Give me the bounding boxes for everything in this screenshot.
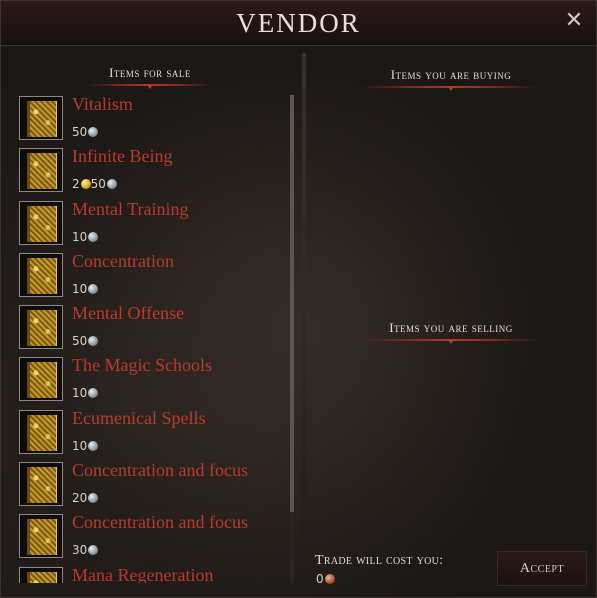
list-item[interactable]: Mental Offense 50 [18, 303, 286, 357]
heading-rule [88, 84, 212, 89]
silver-coin-icon [88, 336, 99, 347]
book-icon [27, 362, 57, 399]
price-amount: 2 [72, 177, 80, 192]
silver-coin-icon [88, 283, 99, 294]
scrollbar[interactable] [290, 95, 294, 583]
gold-coin-icon [80, 179, 91, 190]
close-icon[interactable]: ✕ [562, 9, 586, 33]
item-thumbnail[interactable] [19, 357, 63, 402]
trade-cost-value: 0 [316, 572, 335, 586]
price-amount: 50 [90, 177, 106, 192]
item-name[interactable]: Mental Training [72, 199, 189, 220]
item-price: 2 50 [72, 177, 117, 191]
item-name[interactable]: Vitalism [72, 96, 133, 115]
accept-button[interactable]: Accept [497, 551, 587, 586]
item-name[interactable]: Infinite Being [72, 146, 172, 167]
items-buying-label: Items you are buying [390, 67, 512, 82]
item-thumbnail[interactable] [19, 514, 63, 559]
price-amount: 50 [72, 334, 88, 349]
item-thumbnail[interactable] [19, 305, 63, 350]
panel-divider [302, 53, 306, 593]
price-amount: 50 [72, 125, 88, 139]
book-icon [27, 571, 57, 583]
book-icon [27, 310, 57, 347]
silver-coin-icon [88, 231, 99, 242]
window-title: VENDOR [236, 8, 361, 38]
item-thumbnail[interactable] [19, 148, 63, 193]
item-price: 10 [72, 386, 99, 401]
item-thumbnail[interactable] [19, 462, 63, 507]
list-item[interactable]: Ecumenical Spells 10 [18, 408, 286, 462]
list-item[interactable]: The Magic Schools 10 [18, 355, 286, 409]
copper-coin-icon [324, 574, 335, 584]
item-price: 50 [72, 334, 99, 349]
silver-coin-icon [88, 440, 99, 451]
item-price: 10 [72, 281, 99, 296]
item-name[interactable]: Concentration and focus [72, 512, 248, 533]
price-amount: 10 [72, 386, 88, 401]
item-thumbnail[interactable] [19, 252, 63, 297]
list-item[interactable]: Mental Training 10 [18, 199, 286, 253]
item-thumbnail[interactable] [19, 96, 63, 140]
items-for-sale-list: Vitalism 50 Infinite Being 2 50 Mental Traini… [18, 96, 286, 583]
price-amount: 10 [72, 438, 88, 453]
title-bar: VENDOR ✕ [1, 1, 596, 46]
item-name[interactable]: Concentration [72, 251, 174, 272]
items-selling-label: Items you are selling [389, 320, 513, 335]
item-price: 10 [72, 229, 99, 244]
trade-cost-amount: 0 [316, 572, 324, 586]
item-price: 20 [72, 491, 99, 506]
book-icon [27, 101, 57, 137]
silver-coin-icon [106, 179, 117, 190]
item-name[interactable]: Mana Regeneration [72, 565, 213, 583]
item-thumbnail[interactable] [19, 200, 63, 245]
list-item[interactable]: Concentration and focus 30 [18, 512, 286, 566]
book-icon [27, 153, 57, 190]
item-name[interactable]: Mental Offense [72, 303, 184, 324]
scrollbar-thumb[interactable] [290, 95, 294, 512]
item-price: 10 [72, 438, 99, 453]
price-amount: 30 [72, 543, 88, 558]
book-icon [27, 205, 57, 242]
trade-cost-label: Trade will cost you: [315, 553, 444, 568]
book-icon [27, 414, 57, 451]
item-name[interactable]: Ecumenical Spells [72, 408, 205, 429]
item-thumbnail[interactable] [19, 566, 63, 583]
list-item[interactable]: Mana Regeneration [18, 565, 286, 583]
item-price: 30 [72, 543, 99, 558]
heading-rule [361, 339, 541, 344]
book-icon [27, 519, 57, 556]
price-amount: 10 [72, 281, 88, 296]
book-icon [27, 257, 57, 294]
vendor-window: VENDOR ✕ Items for sale Items you are bu… [0, 0, 597, 598]
book-icon [27, 467, 57, 504]
list-item[interactable]: Concentration and focus 20 [18, 460, 286, 514]
heading-rule [363, 86, 539, 91]
silver-coin-icon [88, 388, 99, 399]
list-item[interactable]: Infinite Being 2 50 [18, 146, 286, 200]
item-name[interactable]: Concentration and focus [72, 460, 248, 481]
items-for-sale-label: Items for sale [109, 65, 191, 80]
items-for-sale-heading: Items for sale [88, 65, 212, 89]
price-amount: 20 [72, 491, 88, 506]
list-item[interactable]: Vitalism 50 [18, 96, 286, 148]
price-amount: 10 [72, 229, 88, 244]
silver-coin-icon [88, 493, 99, 504]
silver-coin-icon [88, 545, 99, 556]
item-thumbnail[interactable] [19, 409, 63, 454]
item-name[interactable]: The Magic Schools [72, 355, 212, 376]
silver-coin-icon [88, 127, 99, 137]
list-item[interactable]: Concentration 10 [18, 251, 286, 305]
items-selling-heading: Items you are selling [361, 320, 541, 344]
item-price: 50 [72, 125, 99, 139]
items-buying-heading: Items you are buying [363, 67, 539, 91]
